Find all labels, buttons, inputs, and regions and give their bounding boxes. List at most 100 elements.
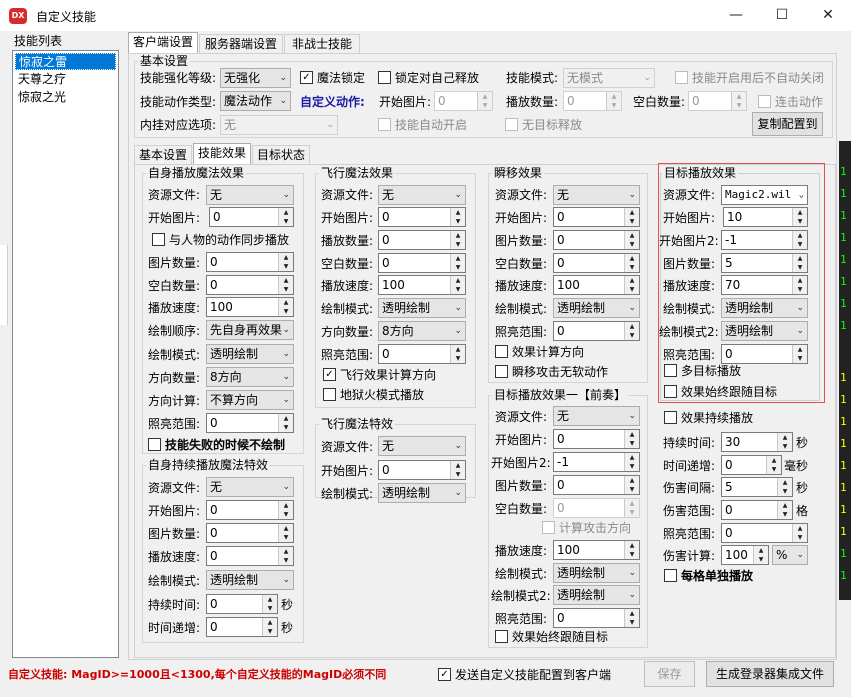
- target-follow-checkbox[interactable]: 效果始终跟随目标: [664, 385, 777, 399]
- self-order-select[interactable]: 先自身再效果 ⌄: [206, 320, 294, 340]
- persist-light-spinner[interactable]: 0 ▲ ▼: [721, 523, 808, 543]
- start-image-spinner[interactable]: 0 ▲ ▼: [434, 91, 493, 111]
- self-start-spinner[interactable]: 0 ▲ ▼: [209, 207, 294, 227]
- fly-light-spinner[interactable]: 0 ▲ ▼: [378, 344, 466, 364]
- pre-start-spinner[interactable]: 0 ▲ ▼: [553, 429, 640, 449]
- skill-mode-select[interactable]: 无模式 ⌄: [563, 68, 655, 88]
- persist-duration-spinner[interactable]: 0 ▲ ▼: [206, 594, 278, 614]
- fly-blank-spinner[interactable]: 0 ▲ ▼: [378, 253, 466, 273]
- minimize-button[interactable]: —: [713, 0, 759, 31]
- auto-open-checkbox[interactable]: 技能自动开启: [378, 118, 467, 132]
- self-speed-spinner[interactable]: 100 ▲ ▼: [206, 297, 294, 317]
- save-button[interactable]: 保存: [644, 661, 695, 687]
- play-count-spinner[interactable]: 0 ▲ ▼: [563, 91, 622, 111]
- sync-action-checkbox[interactable]: 与人物的动作同步播放: [152, 233, 289, 247]
- persist-inc-spinner[interactable]: 0 ▲ ▼: [721, 455, 782, 475]
- tab-target-status[interactable]: 目标状态: [252, 145, 310, 165]
- fail-no-draw-checkbox[interactable]: 技能失败的时候不绘制: [148, 438, 285, 452]
- skill-list-item[interactable]: 惊寂之光: [15, 89, 116, 106]
- fly-mode-select[interactable]: 透明绘制 ⌄: [378, 298, 466, 318]
- target-mode-select[interactable]: 透明绘制 ⌄: [721, 298, 808, 318]
- pre-res-select[interactable]: 无 ⌄: [553, 406, 640, 426]
- target-start-spinner[interactable]: 10 ▲ ▼: [723, 207, 808, 227]
- fly-speed-spinner[interactable]: 100 ▲ ▼: [378, 275, 466, 295]
- flyspecial-mode-select[interactable]: 透明绘制 ⌄: [378, 483, 466, 503]
- teleport-blank-spinner[interactable]: 0 ▲ ▼: [553, 253, 640, 273]
- copy-config-button[interactable]: 复制配置到: [752, 112, 823, 136]
- combo-action-checkbox[interactable]: 连击动作: [758, 95, 823, 109]
- persist-mode-select[interactable]: 透明绘制 ⌄: [206, 570, 294, 590]
- teleport-light-spinner[interactable]: 0 ▲ ▼: [553, 321, 640, 341]
- hell-fire-checkbox[interactable]: 地狱火模式播放: [323, 388, 424, 402]
- continue-play-checkbox[interactable]: 效果持续播放: [664, 411, 753, 425]
- per-cell-checkbox[interactable]: 每格单独播放: [664, 569, 753, 583]
- pre-mode-select[interactable]: 透明绘制 ⌄: [553, 563, 640, 583]
- persist-img-spinner[interactable]: 0 ▲ ▼: [206, 523, 294, 543]
- tab-basic-settings[interactable]: 基本设置: [134, 145, 192, 165]
- self-light-spinner[interactable]: 0 ▲ ▼: [206, 413, 294, 433]
- blank-count-spinner[interactable]: 0 ▲ ▼: [688, 91, 747, 111]
- fly-play-spinner[interactable]: 0 ▲ ▼: [378, 230, 466, 250]
- persist-speed-spinner[interactable]: 0 ▲ ▼: [206, 546, 294, 566]
- teleport-no-soft-checkbox[interactable]: 瞬移攻击无软动作: [495, 365, 608, 379]
- flyspecial-start-spinner[interactable]: 0 ▲ ▼: [378, 460, 466, 480]
- self-blank-spinner[interactable]: 0 ▲ ▼: [206, 275, 294, 295]
- calc-attack-dir-checkbox[interactable]: 计算攻击方向: [542, 521, 631, 535]
- maximize-button[interactable]: ☐: [759, 0, 805, 31]
- no-auto-close-checkbox[interactable]: 技能开启用后不自动关闭: [675, 71, 824, 85]
- target-light-spinner[interactable]: 0 ▲ ▼: [721, 344, 808, 364]
- pre-img-spinner[interactable]: 0 ▲ ▼: [553, 475, 640, 495]
- persist-increment-spinner[interactable]: 0 ▲ ▼: [206, 617, 278, 637]
- target-start2-spinner[interactable]: -1 ▲ ▼: [721, 230, 808, 250]
- strengthen-select[interactable]: 无强化 ⌄: [220, 68, 291, 88]
- pre-blank-spinner[interactable]: 0 ▲ ▼: [553, 498, 640, 518]
- fly-start-spinner[interactable]: 0 ▲ ▼: [378, 207, 466, 227]
- flyspecial-res-select[interactable]: 无 ⌄: [378, 436, 466, 456]
- multi-target-checkbox[interactable]: 多目标播放: [664, 364, 741, 378]
- target-img-spinner[interactable]: 5 ▲ ▼: [721, 253, 808, 273]
- tab-non-warrior[interactable]: 非战士技能: [284, 34, 360, 54]
- magic-lock-checkbox[interactable]: ✓ 魔法锁定: [300, 71, 365, 85]
- fly-res-select[interactable]: 无 ⌄: [378, 185, 466, 205]
- tab-skill-effects[interactable]: 技能效果: [193, 143, 251, 165]
- pre-speed-spinner[interactable]: 100 ▲ ▼: [553, 540, 640, 560]
- teleport-calc-dir-checkbox[interactable]: 效果计算方向: [495, 345, 584, 359]
- lock-self-checkbox[interactable]: 锁定对自己释放: [378, 71, 479, 85]
- pre-mode2-select[interactable]: 透明绘制 ⌄: [553, 585, 640, 605]
- self-res-select[interactable]: 无 ⌄: [206, 185, 294, 205]
- damage-unit-select[interactable]: % ⌄: [772, 545, 808, 565]
- fly-dir-select[interactable]: 8方向 ⌄: [378, 321, 466, 341]
- skill-list[interactable]: 惊寂之雷 天尊之疗 惊寂之光: [12, 50, 119, 658]
- damage-range-spinner[interactable]: 0 ▲ ▼: [721, 500, 793, 520]
- no-target-checkbox[interactable]: 无目标释放: [505, 118, 582, 132]
- teleport-speed-spinner[interactable]: 100 ▲ ▼: [553, 275, 640, 295]
- damage-calc-spinner[interactable]: 100 ▲ ▼: [721, 545, 769, 565]
- skill-list-item[interactable]: 天尊之疗: [15, 71, 116, 88]
- self-mode-select[interactable]: 透明绘制 ⌄: [206, 344, 294, 364]
- tab-server-settings[interactable]: 服务器端设置: [199, 34, 283, 54]
- teleport-mode-select[interactable]: 透明绘制 ⌄: [553, 298, 640, 318]
- pre-light-spinner[interactable]: 0 ▲ ▼: [553, 608, 640, 628]
- persist-dur-spinner[interactable]: 30 ▲ ▼: [721, 432, 793, 452]
- action-type-select[interactable]: 魔法动作 ⌄: [220, 91, 291, 111]
- self-dir-calc-select[interactable]: 不算方向 ⌄: [206, 390, 294, 410]
- teleport-img-spinner[interactable]: 0 ▲ ▼: [553, 230, 640, 250]
- skill-list-item[interactable]: 惊寂之雷: [15, 53, 116, 70]
- self-dir-count-select[interactable]: 8方向 ⌄: [206, 367, 294, 387]
- teleport-start-spinner[interactable]: 0 ▲ ▼: [553, 207, 640, 227]
- teleport-res-select[interactable]: 无 ⌄: [553, 185, 640, 205]
- send-to-client-checkbox[interactable]: ✓ 发送自定义技能配置到客户端: [438, 668, 611, 682]
- pre-follow-checkbox[interactable]: 效果始终跟随目标: [495, 630, 608, 644]
- inner-hook-select[interactable]: 无 ⌄: [220, 115, 338, 135]
- target-speed-spinner[interactable]: 70 ▲ ▼: [721, 275, 808, 295]
- target-mode2-select[interactable]: 透明绘制 ⌄: [721, 321, 808, 341]
- fly-calc-dir-checkbox[interactable]: ✓ 飞行效果计算方向: [323, 368, 436, 382]
- pre-start2-spinner[interactable]: -1 ▲ ▼: [553, 452, 640, 472]
- target-res-select[interactable]: Magic2.wil ⌄: [721, 185, 808, 205]
- close-button[interactable]: ✕: [805, 0, 851, 31]
- tab-client-settings[interactable]: 客户端设置: [128, 32, 198, 54]
- generate-launcher-button[interactable]: 生成登录器集成文件: [706, 661, 834, 687]
- persist-start-spinner[interactable]: 0 ▲ ▼: [206, 500, 294, 520]
- persist-res-select[interactable]: 无 ⌄: [206, 477, 294, 497]
- self-img-count-spinner[interactable]: 0 ▲ ▼: [206, 252, 294, 272]
